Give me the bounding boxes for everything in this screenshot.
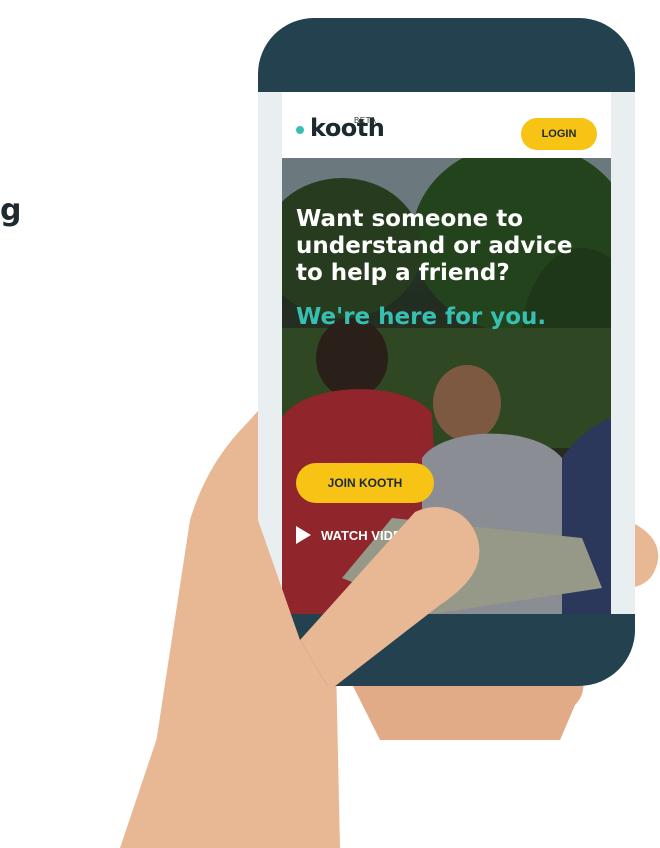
play-icon	[296, 526, 311, 544]
login-button[interactable]: LOGIN	[521, 118, 597, 150]
phone-screen: kooth BETA LOGIN Want someone to underst…	[258, 92, 635, 614]
watch-video-link[interactable]: WATCH VIDE	[296, 526, 402, 544]
hero-subheadline: We're here for you.	[296, 304, 547, 330]
site-header: kooth BETA LOGIN	[282, 92, 611, 158]
join-kooth-button[interactable]: JOIN KOOTH	[296, 463, 434, 503]
hero-headline: Want someone to understand or advice to …	[296, 206, 573, 286]
beta-badge: BETA	[354, 116, 377, 125]
logo-dot-icon	[296, 126, 304, 134]
website-viewport: kooth BETA LOGIN Want someone to underst…	[282, 92, 611, 614]
watch-video-label: WATCH VIDE	[321, 527, 402, 543]
hero-section: Want someone to understand or advice to …	[282, 158, 611, 614]
